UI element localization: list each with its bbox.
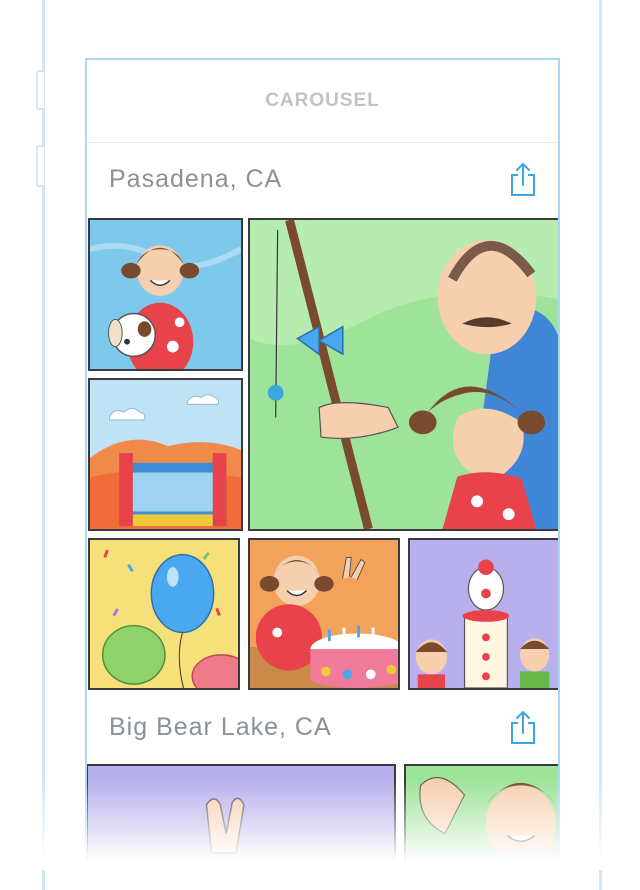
share-icon [511,711,535,744]
volume-up-button [36,70,44,110]
photo-image [406,766,558,870]
photo-image [410,540,558,688]
photo-girl-with-dog[interactable] [88,218,243,371]
photo-image [250,220,558,529]
photo-grandpa-fishing[interactable] [248,218,558,531]
photo-image [250,540,398,688]
app-screen: CAROUSEL Pasadena, CA Big Bear Lake, CA [85,58,560,870]
photo-image [88,766,394,870]
photo-image [90,540,238,688]
photo-image [90,220,241,369]
section-header-big-bear-lake: Big Bear Lake, CA [87,692,558,762]
share-button[interactable] [508,707,538,747]
navigation-bar: CAROUSEL [87,60,558,143]
photo-clown[interactable] [408,538,558,690]
section-title: Big Bear Lake, CA [109,712,332,741]
photo-image [90,380,241,529]
volume-down-button [36,145,44,187]
photo-bounce-house[interactable] [88,378,243,531]
share-icon [511,163,535,196]
photo-peace-sign[interactable] [87,764,396,870]
photo-waving-girl[interactable] [404,764,558,870]
section-title: Pasadena, CA [109,164,283,193]
page-title: CAROUSEL [265,90,380,111]
share-button[interactable] [508,159,538,199]
section-header-pasadena: Pasadena, CA [87,144,558,214]
photo-balloons[interactable] [88,538,240,690]
photo-birthday-cake[interactable] [248,538,400,690]
